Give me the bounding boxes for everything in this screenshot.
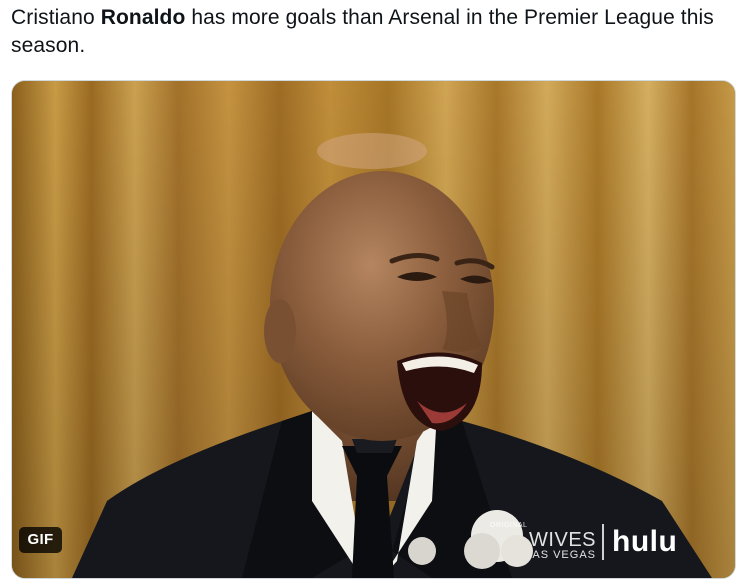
gif-badge: GIF — [19, 527, 62, 553]
show-logo-sub: AS VEGAS — [532, 549, 596, 561]
tweet-text-part: Cristiano — [11, 6, 101, 29]
tweet-text-bold: Ronaldo — [100, 6, 186, 29]
watermark-divider — [602, 524, 604, 560]
gif-media[interactable] — [11, 80, 736, 579]
tv-watermark: ORIGINAL WIVES AS VEGAS hulu — [490, 516, 710, 566]
network-logo: hulu — [612, 525, 678, 558]
gif-frame-image — [12, 81, 735, 578]
show-logo-main: WIVES — [529, 529, 596, 551]
show-logo: ORIGINAL WIVES AS VEGAS — [490, 522, 596, 561]
tweet-text: Cristiano Ronaldo has more goals than Ar… — [11, 4, 739, 60]
